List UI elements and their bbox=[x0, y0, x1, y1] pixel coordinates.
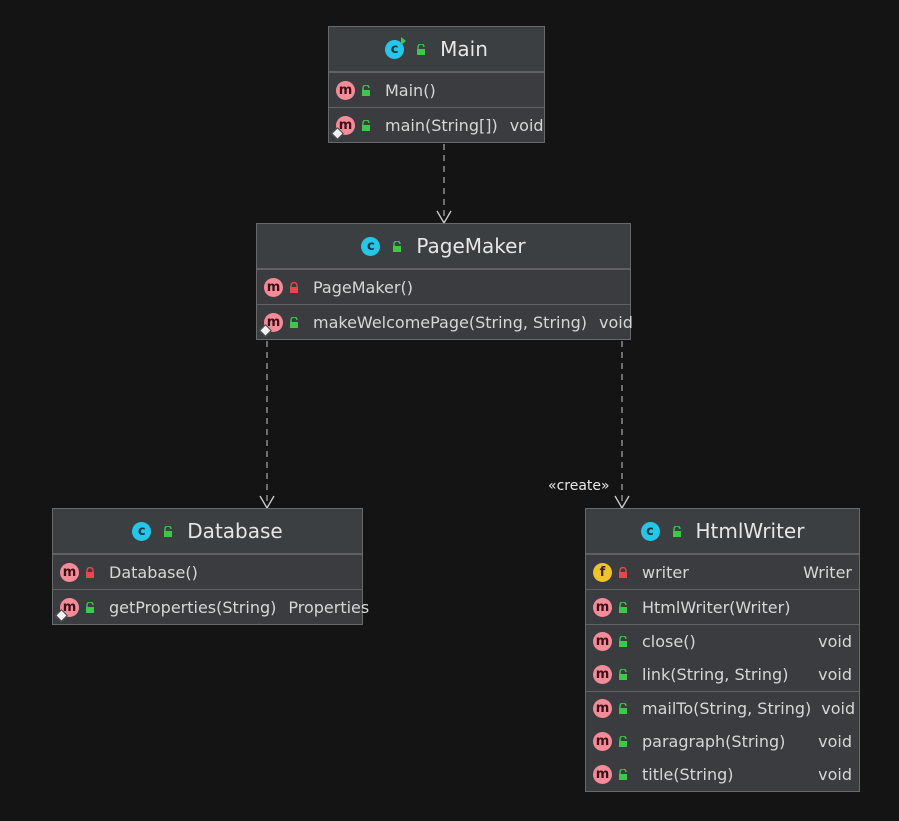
public-lock-open-icon bbox=[361, 84, 371, 96]
member-type: void bbox=[818, 765, 852, 784]
method-icon: m bbox=[331, 115, 355, 140]
class-name: HtmlWriter bbox=[695, 519, 805, 543]
member-row[interactable]: m mailTo(String, String) void bbox=[586, 692, 859, 725]
member-row[interactable]: f writer Writer bbox=[586, 555, 859, 589]
public-lock-open-icon bbox=[618, 636, 628, 647]
method-icon: m bbox=[593, 732, 612, 751]
member-label: link(String, String) bbox=[642, 665, 789, 684]
class-main[interactable]: c Main m Main() m main(String[]) void bbox=[328, 26, 545, 143]
member-type: void bbox=[818, 732, 852, 751]
member-type: Writer bbox=[803, 562, 852, 582]
member-row[interactable]: m Main() bbox=[329, 73, 544, 107]
method-icon: m bbox=[60, 562, 79, 582]
method-icon: m bbox=[264, 277, 283, 297]
class-header: c Database bbox=[53, 509, 362, 555]
public-lock-open-icon bbox=[618, 669, 628, 680]
member-label: HtmlWriter(Writer) bbox=[642, 597, 791, 617]
methods-section: m getProperties(String) Properties bbox=[53, 590, 369, 624]
member-type: Properties bbox=[288, 597, 370, 617]
method-icon: m bbox=[55, 597, 79, 622]
class-icon: c bbox=[385, 36, 407, 59]
methods-section: m main(String[]) void bbox=[329, 108, 544, 142]
member-type: void bbox=[599, 312, 633, 332]
member-row[interactable]: m paragraph(String) void bbox=[586, 725, 859, 758]
member-label: title(String) bbox=[642, 765, 734, 784]
public-lock-open-icon bbox=[672, 525, 682, 537]
class-name: Main bbox=[440, 37, 488, 61]
constructors-section: m HtmlWriter(Writer) bbox=[586, 590, 859, 625]
class-htmlwriter[interactable]: c HtmlWriter f writer Writer m HtmlWrite… bbox=[585, 508, 860, 792]
field-icon: f bbox=[593, 562, 612, 582]
public-lock-open-icon bbox=[416, 43, 426, 55]
method-icon: m bbox=[336, 80, 355, 100]
class-name: Database bbox=[187, 519, 283, 543]
public-lock-open-icon bbox=[392, 240, 402, 252]
member-label: main(String[]) bbox=[385, 115, 498, 135]
member-row[interactable]: m Database() bbox=[53, 555, 362, 589]
class-pagemaker[interactable]: c PageMaker m PageMaker() m makeWelcomeP… bbox=[256, 223, 633, 340]
member-label: PageMaker() bbox=[313, 277, 413, 297]
member-row[interactable]: m link(String, String) void bbox=[586, 658, 859, 691]
constructors-section: m Database() bbox=[53, 555, 362, 590]
method-icon: m bbox=[259, 312, 283, 337]
constructors-section: m PageMaker() bbox=[257, 270, 630, 305]
member-row[interactable]: m title(String) void bbox=[586, 758, 859, 791]
create-stereotype-label: «create» bbox=[548, 478, 610, 494]
public-lock-open-icon bbox=[618, 736, 628, 747]
static-marker-icon bbox=[259, 323, 272, 337]
class-icon: c bbox=[640, 521, 660, 541]
member-type: void bbox=[818, 665, 852, 684]
private-lock-icon bbox=[85, 566, 95, 578]
class-icon: c bbox=[361, 236, 381, 256]
member-label: mailTo(String, String) bbox=[642, 699, 812, 718]
member-row[interactable]: m PageMaker() bbox=[257, 270, 630, 304]
fields-section: f writer Writer bbox=[586, 555, 859, 590]
member-label: getProperties(String) bbox=[109, 597, 277, 617]
member-row[interactable]: m makeWelcomePage(String, String) void bbox=[257, 305, 633, 339]
class-header: c PageMaker bbox=[257, 224, 630, 270]
private-lock-icon bbox=[618, 566, 628, 578]
public-lock-open-icon bbox=[289, 316, 299, 328]
class-icon: c bbox=[132, 521, 152, 541]
member-label: close() bbox=[642, 632, 696, 651]
member-label: writer bbox=[642, 562, 689, 582]
method-icon: m bbox=[593, 665, 612, 684]
member-label: Main() bbox=[385, 80, 436, 100]
methods-section: m close() void m link(String, String) vo… bbox=[586, 625, 859, 692]
public-lock-open-icon bbox=[163, 525, 173, 537]
member-type: void bbox=[509, 115, 544, 135]
member-label: paragraph(String) bbox=[642, 732, 786, 751]
method-icon: m bbox=[593, 699, 612, 718]
method-icon: m bbox=[593, 597, 612, 617]
member-row[interactable]: m main(String[]) void bbox=[329, 108, 544, 142]
private-lock-icon bbox=[289, 281, 299, 293]
method-icon: m bbox=[593, 632, 612, 651]
static-marker-icon bbox=[331, 126, 344, 140]
member-row[interactable]: m getProperties(String) Properties bbox=[53, 590, 369, 624]
member-label: Database() bbox=[109, 562, 198, 582]
class-header: c HtmlWriter bbox=[586, 509, 859, 555]
class-name: PageMaker bbox=[416, 234, 526, 258]
public-lock-open-icon bbox=[618, 769, 628, 780]
method-icon: m bbox=[593, 765, 612, 784]
public-lock-open-icon bbox=[361, 119, 371, 131]
member-row[interactable]: m HtmlWriter(Writer) bbox=[586, 590, 859, 624]
class-header: c Main bbox=[329, 27, 544, 73]
methods-section: m mailTo(String, String) void m paragrap… bbox=[586, 692, 859, 791]
methods-section: m makeWelcomePage(String, String) void bbox=[257, 305, 633, 339]
public-lock-open-icon bbox=[85, 601, 95, 613]
member-type: void bbox=[821, 699, 856, 718]
member-row[interactable]: m close() void bbox=[586, 625, 859, 658]
member-label: makeWelcomePage(String, String) bbox=[313, 312, 588, 332]
public-lock-open-icon bbox=[618, 703, 628, 714]
constructors-section: m Main() bbox=[329, 73, 544, 108]
member-type: void bbox=[818, 632, 852, 651]
class-database[interactable]: c Database m Database() m getProperties(… bbox=[52, 508, 369, 625]
public-lock-open-icon bbox=[618, 601, 628, 613]
static-marker-icon bbox=[55, 608, 68, 622]
